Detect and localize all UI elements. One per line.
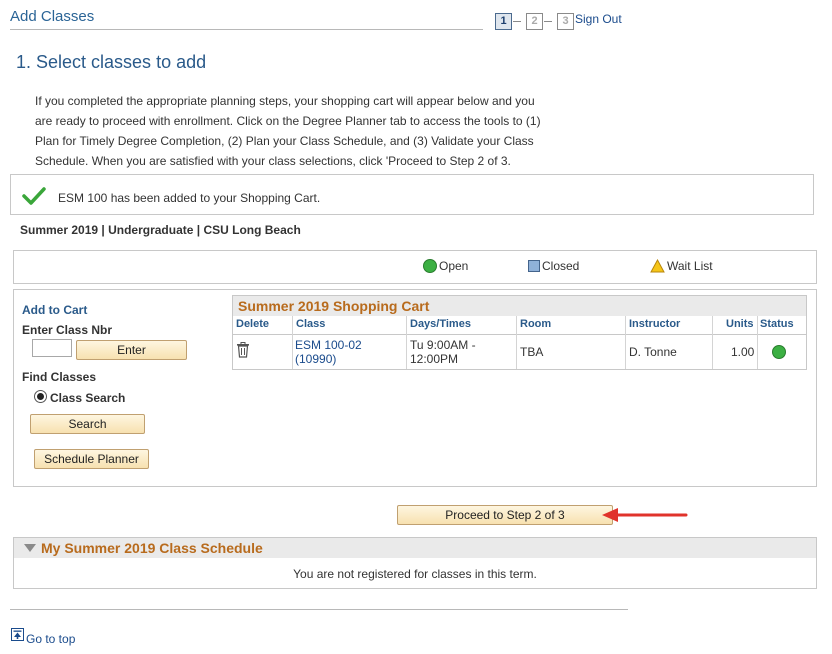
col-header-units: Units <box>726 318 754 330</box>
column-divider <box>292 316 293 369</box>
col-header-days-times: Days/Times <box>410 318 471 330</box>
column-divider <box>757 316 758 369</box>
column-divider <box>625 316 626 369</box>
instructor-cell: D. Tonne <box>629 345 677 359</box>
checkmark-icon <box>22 187 46 205</box>
closed-status-icon <box>528 260 540 272</box>
column-divider <box>712 316 713 369</box>
go-to-top-icon[interactable] <box>11 628 24 641</box>
open-status-icon <box>772 345 786 359</box>
find-classes-label: Find Classes <box>22 370 97 384</box>
col-header-instructor: Instructor <box>629 318 681 330</box>
legend-closed: Closed <box>528 259 579 273</box>
col-header-room: Room <box>520 318 552 330</box>
open-status-icon <box>423 259 437 273</box>
room-cell: TBA <box>520 345 544 359</box>
add-to-cart-heading: Add to Cart <box>22 303 88 317</box>
step-2-indicator: 2 <box>526 13 543 30</box>
legend-open: Open <box>423 259 468 273</box>
days-times-cell: Tu 9:00AM - <box>410 338 476 352</box>
enter-class-nbr-label: Enter Class Nbr <box>22 323 113 337</box>
term-label: Summer 2019 | Undergraduate | CSU Long B… <box>20 223 301 237</box>
shopping-cart-title: Summer 2019 Shopping Cart <box>233 296 806 316</box>
class-link[interactable]: ESM 100-02 <box>295 338 362 352</box>
sign-out-link[interactable]: Sign Out <box>575 12 622 26</box>
schedule-planner-button[interactable]: Schedule Planner <box>34 449 149 469</box>
legend-wait-list-label: Wait List <box>667 259 713 273</box>
collapse-triangle-icon[interactable] <box>24 544 36 552</box>
red-arrow-annotation-icon <box>602 508 688 522</box>
page-title: Add Classes <box>10 8 95 25</box>
step-3-indicator: 3 <box>557 13 574 30</box>
enter-button[interactable]: Enter <box>76 340 187 360</box>
confirmation-message: ESM 100 has been added to your Shopping … <box>58 191 321 205</box>
step-connector <box>513 21 521 22</box>
step-connector <box>544 21 552 22</box>
footer-divider <box>10 609 628 610</box>
trash-icon[interactable] <box>236 342 250 358</box>
step-1-indicator: 1 <box>495 13 512 30</box>
legend-closed-label: Closed <box>542 259 580 273</box>
col-header-class: Class <box>296 318 326 330</box>
schedule-empty-message: You are not registered for classes in th… <box>293 567 537 581</box>
class-nbr-link[interactable]: (10990) <box>295 352 336 366</box>
header-divider <box>233 334 806 335</box>
search-button[interactable]: Search <box>30 414 145 434</box>
title-divider <box>10 29 483 30</box>
class-schedule-header[interactable]: My Summer 2019 Class Schedule <box>14 538 816 558</box>
legend-wait-list: Wait List <box>650 259 713 273</box>
intro-text: If you completed the appropriate plannin… <box>35 94 541 168</box>
radio-selected-dot <box>37 393 44 400</box>
days-times-cell-cont: 12:00PM <box>410 352 459 366</box>
col-header-delete: Delete <box>236 318 270 330</box>
section-heading: 1. Select classes to add <box>16 52 207 72</box>
legend-open-label: Open <box>439 259 469 273</box>
class-nbr-input[interactable] <box>32 339 72 357</box>
go-to-top-link[interactable]: Go to top <box>26 632 75 646</box>
class-search-label[interactable]: Class Search <box>50 391 125 405</box>
units-cell: 1.00 <box>731 345 755 359</box>
proceed-to-step-2-button[interactable]: Proceed to Step 2 of 3 <box>397 505 613 525</box>
column-divider <box>406 316 407 369</box>
column-divider <box>516 316 517 369</box>
col-header-status: Status <box>760 318 794 330</box>
wait-list-status-icon <box>650 259 665 273</box>
